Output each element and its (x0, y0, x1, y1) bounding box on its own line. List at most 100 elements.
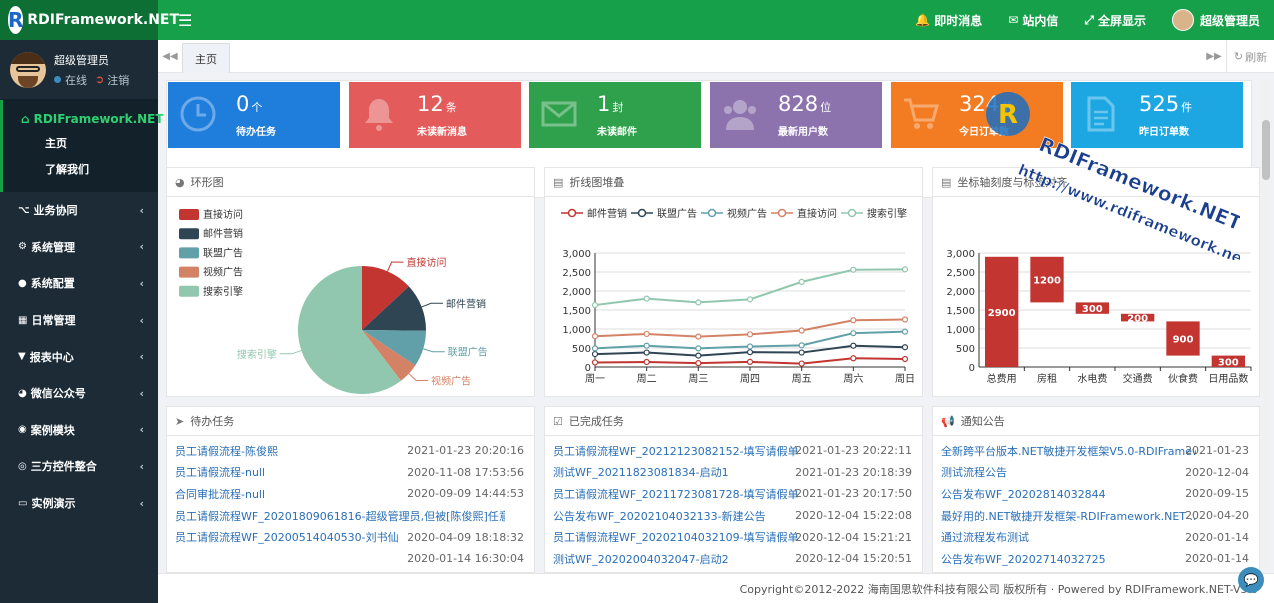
legend-marker[interactable] (777, 208, 787, 218)
data-point[interactable] (798, 278, 805, 285)
stat-card[interactable]: 828 位最新用户数 (710, 82, 882, 148)
data-point[interactable] (591, 301, 599, 309)
data-point[interactable] (901, 328, 909, 335)
list-item-link[interactable]: 员工请假流程WF_20211723081728-填写请假单 (553, 486, 799, 502)
stat-card[interactable]: 1 封未读邮件 (529, 82, 701, 148)
data-point[interactable] (746, 343, 754, 350)
legend-label[interactable]: 直接访问 (203, 208, 243, 221)
data-point[interactable] (643, 295, 650, 302)
legend-label[interactable]: 联盟广告 (203, 246, 243, 259)
list-item-link[interactable]: 公告发布WF_20202104032133-新建公告 (553, 508, 766, 524)
sidebar-item[interactable]: ⚙ 系统管理 ‹ (0, 229, 158, 266)
sidebar-item[interactable]: ● 系统配置 ‹ (0, 265, 158, 302)
data-point[interactable] (901, 266, 909, 273)
legend-label[interactable]: 视频广告 (727, 207, 767, 220)
list-item-link[interactable]: 员工请假流程-陈俊熙 (175, 443, 278, 459)
data-point[interactable] (850, 266, 857, 273)
data-point[interactable] (850, 330, 857, 337)
legend-label[interactable]: 搜索引擎 (867, 207, 907, 220)
legend-swatch[interactable] (179, 247, 199, 259)
stat-card[interactable]: 12 条未读新消息 (349, 82, 521, 148)
data-point[interactable] (591, 333, 599, 340)
sidebar-item[interactable]: ▦ 日常管理 ‹ (0, 302, 158, 339)
data-point[interactable] (901, 355, 909, 363)
sidebar-item[interactable]: ⌥ 业务协同 ‹ (0, 192, 158, 229)
list-item-link[interactable]: 员工请假流程-null (175, 464, 265, 480)
data-point[interactable] (643, 358, 650, 366)
data-point[interactable] (798, 349, 805, 356)
data-point[interactable] (901, 316, 909, 323)
data-point[interactable] (746, 296, 754, 303)
legend-marker[interactable] (567, 208, 577, 218)
hamburger-icon[interactable]: ☰ (178, 11, 192, 30)
sidebar-item[interactable]: ◎ 三方控件整合 ‹ (0, 448, 158, 485)
list-item-link[interactable]: 测试流程公告 (941, 464, 1007, 480)
sidebar-item-about[interactable]: 了解我们 (3, 156, 158, 182)
list-item-link[interactable]: 公告发布WF_20202714032725 (941, 551, 1106, 567)
data-point[interactable] (643, 330, 650, 338)
list-item-link[interactable]: 员工请假流程WF_20201809061816-超级管理员,但被[陈俊熙]任意退… (175, 508, 505, 524)
logout-link[interactable]: 注销 (107, 72, 129, 88)
data-point[interactable] (591, 345, 599, 352)
list-item-link[interactable]: 通过流程发布测试 (941, 529, 1029, 545)
stat-card[interactable]: 0 个待办任务 (168, 82, 340, 148)
list-item-link[interactable]: 测试WF_20211823081834-启动1 (553, 464, 729, 480)
scrollbar[interactable] (1262, 80, 1270, 570)
logo[interactable]: R RDIFramework.NET (0, 0, 179, 40)
data-point[interactable] (643, 342, 650, 349)
data-point[interactable] (798, 360, 805, 367)
refresh-button[interactable]: ↻ 刷新 (1226, 40, 1274, 73)
stat-card[interactable]: 324 单今日订单数 (891, 82, 1063, 148)
chat-bubble-icon[interactable]: 💬 (1238, 567, 1264, 593)
data-point[interactable] (746, 349, 754, 356)
legend-label[interactable]: 搜索引擎 (203, 285, 243, 298)
data-point[interactable] (643, 349, 650, 356)
user-menu[interactable]: 超级管理员 (1171, 9, 1260, 31)
list-item-link[interactable]: 全新跨平台版本.NET敏捷开发框架V5.0-RDIFramewo... (941, 443, 1196, 459)
legend-swatch[interactable] (179, 228, 199, 240)
data-point[interactable] (798, 342, 805, 349)
sidebar-item[interactable]: ▼ 报表中心 ‹ (0, 338, 158, 375)
legend-label[interactable]: 视频广告 (203, 266, 243, 279)
legend-label[interactable]: 邮件营销 (587, 207, 627, 220)
sidebar-item[interactable]: ◉ 案例模块 ‹ (0, 412, 158, 449)
data-point[interactable] (591, 350, 599, 358)
stat-card[interactable]: 525 件昨日订单数 (1071, 82, 1243, 148)
sidebar-item[interactable]: ◕ 微信公众号 ‹ (0, 375, 158, 412)
list-item-link[interactable]: 测试WF_20202004032047-启动2 (553, 551, 729, 567)
legend-marker[interactable] (637, 208, 647, 218)
list-item-link[interactable]: 公告发布WF_20202814032844 (941, 486, 1106, 502)
data-point[interactable] (695, 345, 702, 352)
data-point[interactable] (850, 355, 857, 362)
tab-home[interactable]: 主页 (182, 43, 230, 73)
list-item-link[interactable]: 员工请假流程WF_20202104032109-填写请假单 (553, 529, 799, 545)
logout-icon[interactable]: ➲ (95, 73, 104, 86)
data-point[interactable] (850, 317, 857, 324)
fullscreen-link[interactable]: ⤢ 全屏显示 (1084, 12, 1146, 29)
legend-swatch[interactable] (179, 285, 199, 297)
data-point[interactable] (591, 359, 599, 366)
legend-swatch[interactable] (179, 209, 199, 220)
data-point[interactable] (695, 299, 702, 306)
sidebar-item-home[interactable]: 主页 (3, 130, 158, 156)
data-point[interactable] (746, 331, 754, 338)
data-point[interactable] (695, 360, 702, 367)
list-item-link[interactable]: 员工请假流程WF_20212123082152-填写请假单 (553, 443, 799, 459)
tab-scroll-left-icon[interactable]: ◀◀ (160, 40, 180, 73)
data-point[interactable] (695, 352, 702, 359)
data-point[interactable] (746, 358, 754, 366)
list-item-link[interactable]: 最好用的.NET敏捷开发框架-RDIFramework.NET ... (941, 508, 1196, 524)
legend-marker[interactable] (847, 208, 857, 218)
data-point[interactable] (798, 327, 805, 334)
list-item-link[interactable]: 员工请假流程WF_20200514040530-刘书仙 (175, 529, 399, 545)
legend-label[interactable]: 邮件营销 (203, 227, 243, 240)
legend-swatch[interactable] (179, 266, 199, 278)
list-item-link[interactable]: 合同审批流程-null (175, 486, 265, 502)
sidebar-item[interactable]: ▭ 实例演示 ‹ (0, 485, 158, 522)
legend-label[interactable]: 直接访问 (797, 207, 837, 220)
data-point[interactable] (850, 342, 857, 349)
tab-scroll-right-icon[interactable]: ▶▶ (1204, 40, 1224, 73)
legend-marker[interactable] (707, 208, 717, 218)
scrollbar-thumb[interactable] (1262, 120, 1270, 180)
instant-message-link[interactable]: 🔔 即时消息 (915, 12, 982, 29)
